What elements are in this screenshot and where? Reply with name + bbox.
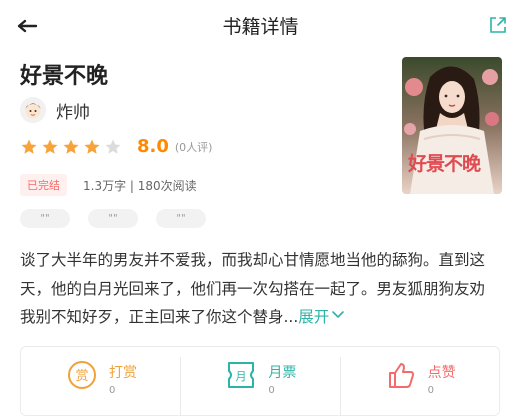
tag-item[interactable]: "": [88, 209, 138, 228]
tag-list: "" "" "": [20, 209, 224, 228]
share-icon[interactable]: [487, 14, 509, 36]
like-label: 点赞: [427, 365, 456, 381]
ticket-count: 0: [268, 385, 275, 396]
book-stats: 1.3万字 | 180次阅读: [83, 178, 197, 193]
reward-icon: 赏: [68, 361, 96, 389]
page-title: 书籍详情: [222, 16, 299, 38]
star-icon: [84, 139, 100, 154]
tag-item[interactable]: "": [20, 209, 70, 228]
star-empty-icon: [105, 139, 121, 154]
expand-link[interactable]: 展开: [298, 308, 345, 326]
reward-button[interactable]: 赏 打赏 0: [21, 347, 180, 415]
star-icon: [21, 139, 37, 154]
chevron-down-icon: [332, 311, 345, 319]
author-name: 炸帅: [56, 102, 90, 123]
star-icon: [63, 139, 79, 154]
reward-count: 0: [109, 385, 116, 396]
like-button[interactable]: 点赞 0: [339, 347, 499, 415]
tag-item[interactable]: "": [156, 209, 206, 228]
like-icon: [388, 363, 414, 388]
rating-count: (0人评): [174, 140, 213, 154]
expand-label: 展开: [298, 308, 330, 326]
ticket-label: 月票: [268, 365, 297, 381]
svg-text:月: 月: [236, 370, 247, 383]
star-icon: [42, 139, 58, 154]
cover-title: 好景不晚: [408, 153, 481, 175]
author-avatar[interactable]: [20, 97, 46, 123]
description-text: 谈了大半年的男友并不爱我，而我却心甘情愿地当他的舔狗。直到这天，他的白月光回来了…: [20, 251, 486, 326]
book-cover[interactable]: 好景不晚: [402, 57, 502, 194]
reward-label: 打赏: [109, 365, 137, 381]
star-rating: [20, 138, 125, 156]
like-count: 0: [427, 385, 435, 396]
book-meta: 已完结 1.3万字 | 180次阅读: [20, 174, 197, 196]
monthly-ticket-button[interactable]: 月 月票 0: [180, 347, 339, 415]
book-title: 好景不晚: [20, 64, 109, 89]
author-row[interactable]: 炸帅: [20, 96, 90, 124]
book-description: 谈了大半年的男友并不爱我，而我却心甘情愿地当他的舔狗。直到这天，他的白月光回来了…: [20, 246, 500, 332]
rating-score: 8.0: [137, 136, 169, 157]
avatar-icon: [20, 97, 46, 123]
rating-row: 8.0 (0人评): [20, 136, 212, 157]
status-badge: 已完结: [20, 174, 67, 196]
ticket-icon: 月: [228, 362, 255, 388]
top-bar: 书籍详情: [0, 0, 521, 52]
svg-text:赏: 赏: [75, 369, 88, 384]
